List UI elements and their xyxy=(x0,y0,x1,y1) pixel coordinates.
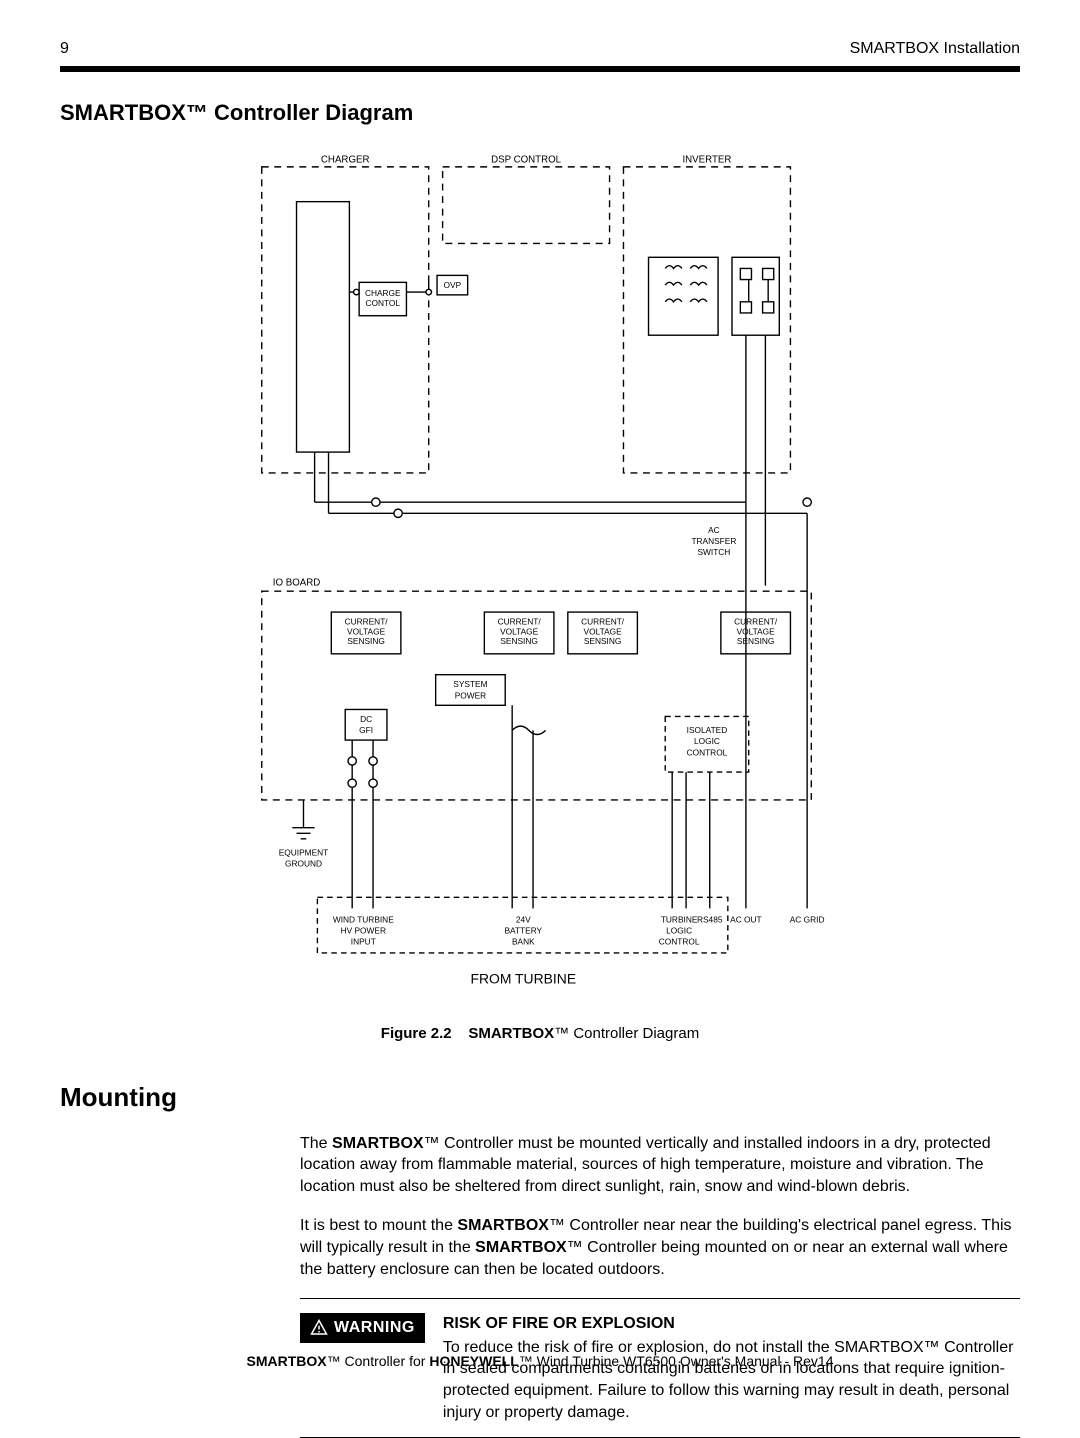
label-cv3b: VOLTAGE xyxy=(584,626,623,636)
label-syspower-2: POWER xyxy=(455,690,486,700)
label-iso-3: CONTROL xyxy=(687,747,728,757)
running-head: SMARTBOX Installation xyxy=(850,40,1020,58)
label-charge-control-2: CONTOL xyxy=(366,298,401,308)
page: 9 SMARTBOX Installation SMARTBOX™ Contro… xyxy=(0,0,1080,1397)
label-cv3c: SENSING xyxy=(584,636,621,646)
label-io-board: IO BOARD xyxy=(273,578,321,589)
footer-b: ™ Controller for xyxy=(327,1353,430,1369)
mounting-p2: It is best to mount the SMARTBOX™ Contro… xyxy=(300,1215,1020,1280)
label-bat-2: BATTERY xyxy=(504,925,542,935)
figure-caption: Figure 2.2 SMARTBOX™ Controller Diagram xyxy=(220,1025,860,1042)
warning-icon xyxy=(310,1319,328,1337)
header-rule xyxy=(60,66,1020,72)
label-eqg-1: EQUIPMENT xyxy=(279,848,329,858)
label-wt-3: INPUT xyxy=(351,937,376,947)
label-wt-2: HV POWER xyxy=(341,925,386,935)
label-wt-1: WIND TURBINE xyxy=(333,914,394,924)
label-bat-3: BANK xyxy=(512,937,535,947)
label-tl-2: LOGIC xyxy=(666,925,692,935)
p1a: The xyxy=(300,1135,332,1152)
label-cv4c: SENSING xyxy=(737,636,775,646)
label-dsp-control: DSP CONTROL xyxy=(491,155,562,166)
p2b: SMARTBOX xyxy=(457,1217,549,1234)
label-cv1a: CURRENT/ xyxy=(345,617,389,627)
p2d: SMARTBOX xyxy=(475,1239,567,1256)
mounting-body: The SMARTBOX™ Controller must be mounted… xyxy=(300,1133,1020,1281)
page-number: 9 xyxy=(60,40,69,58)
label-dcgfi-1: DC xyxy=(360,714,372,724)
label-syspower-1: SYSTEM xyxy=(453,679,487,689)
label-cv1b: VOLTAGE xyxy=(347,626,386,636)
label-cv4b: VOLTAGE xyxy=(737,626,776,636)
mounting-p1: The SMARTBOX™ Controller must be mounted… xyxy=(300,1133,1020,1198)
label-tl-3: CONTROL xyxy=(659,937,700,947)
label-cv4a: CURRENT/ xyxy=(734,617,778,627)
label-cv3a: CURRENT/ xyxy=(581,617,625,627)
label-ac-transfer-1: AC xyxy=(708,525,720,535)
label-cv2c: SENSING xyxy=(500,636,538,646)
warning-badge: WARNING xyxy=(300,1313,425,1343)
label-acgrid: AC GRID xyxy=(790,914,825,924)
mounting-heading: Mounting xyxy=(60,1082,1020,1113)
label-tl-1: TURBINE xyxy=(661,914,698,924)
label-inverter: INVERTER xyxy=(682,155,731,166)
section-title: SMARTBOX™ Controller Diagram xyxy=(60,100,1020,126)
controller-diagram-svg: CHARGER DSP CONTROL INVERTER CHARGE CONT… xyxy=(220,146,860,1009)
page-footer: SMARTBOX™ Controller for HONEYWELL™ Wind… xyxy=(60,1353,1020,1369)
label-ac-transfer-3: SWITCH xyxy=(697,547,730,557)
label-charge-control-1: CHARGE xyxy=(365,288,401,298)
p2a: It is best to mount the xyxy=(300,1217,457,1234)
p1b: SMARTBOX xyxy=(332,1135,424,1152)
label-acout: AC OUT xyxy=(730,914,761,924)
label-cv1c: SENSING xyxy=(347,636,385,646)
label-from-turbine: FROM TURBINE xyxy=(471,971,577,987)
label-bat-1: 24V xyxy=(516,914,531,924)
label-iso-2: LOGIC xyxy=(694,736,720,746)
label-cv2a: CURRENT/ xyxy=(498,617,542,627)
figure-number: Figure 2.2 xyxy=(381,1025,452,1042)
footer-a: SMARTBOX xyxy=(247,1353,327,1369)
warning-badge-text: WARNING xyxy=(334,1319,415,1337)
label-rs485: RS485 xyxy=(697,914,723,924)
label-eqg-2: GROUND xyxy=(285,859,322,869)
label-cv2b: VOLTAGE xyxy=(500,626,539,636)
figure-title-bold: SMARTBOX xyxy=(468,1025,554,1042)
controller-diagram: CHARGER DSP CONTROL INVERTER CHARGE CONT… xyxy=(220,146,860,1042)
label-iso-1: ISOLATED xyxy=(687,725,728,735)
footer-c: HONEYWELL xyxy=(429,1353,518,1369)
label-dcgfi-2: GFI xyxy=(359,725,373,735)
label-ovp: OVP xyxy=(444,280,462,290)
warning-title: RISK OF FIRE OR EXPLOSION xyxy=(443,1313,1020,1335)
label-ac-transfer-2: TRANSFER xyxy=(691,536,736,546)
page-header: 9 SMARTBOX Installation xyxy=(60,40,1020,58)
label-charger: CHARGER xyxy=(321,155,370,166)
footer-d: ™ Wind Turbine WT6500 Owner's Manual - R… xyxy=(519,1353,834,1369)
